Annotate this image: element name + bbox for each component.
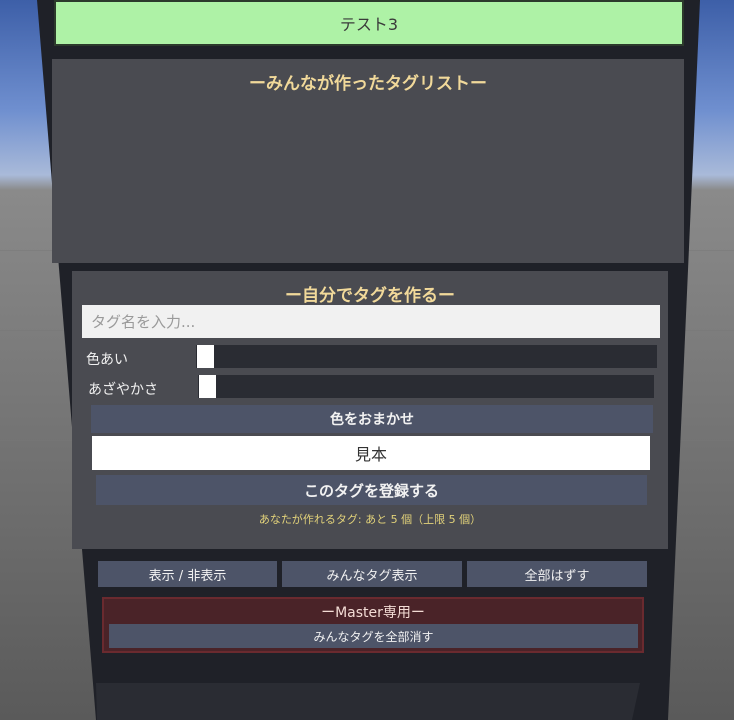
tag-list-item[interactable]: テスト3 xyxy=(54,0,684,46)
toggle-visibility-button[interactable]: 表示 / 非表示 xyxy=(98,561,277,587)
show-all-tags-button[interactable]: みんなタグ表示 xyxy=(282,561,462,587)
delete-all-tags-button[interactable]: みんなタグを全部消す xyxy=(109,624,638,648)
master-only-title: ーMaster専用ー xyxy=(321,605,425,621)
toggle-visibility-label: 表示 / 非表示 xyxy=(148,568,227,584)
tag-name-input[interactable]: タグ名を入力... xyxy=(82,305,660,338)
saturation-slider[interactable] xyxy=(198,375,654,398)
tag-list-item-label: テスト3 xyxy=(339,15,399,34)
shared-tag-list: ーみんなが作ったタグリストー xyxy=(52,59,684,263)
remove-all-button[interactable]: 全部はずす xyxy=(467,561,647,587)
hue-label: 色あい xyxy=(86,352,128,368)
color-sample-label: 見本 xyxy=(354,445,387,464)
saturation-slider-handle[interactable] xyxy=(199,375,216,398)
hue-slider[interactable] xyxy=(196,345,657,368)
hue-slider-handle[interactable] xyxy=(197,345,214,368)
saturation-label: あざやかさ xyxy=(88,382,158,398)
random-color-label: 色をおまかせ xyxy=(330,412,414,428)
create-tag-heading: ー自分でタグを作るー xyxy=(285,286,455,306)
show-all-tags-label: みんなタグ表示 xyxy=(326,568,418,584)
shared-tag-list-heading: ーみんなが作ったタグリストー xyxy=(249,74,487,94)
remove-all-label: 全部はずす xyxy=(524,568,590,584)
remaining-tags-note: あなたが作れるタグ: あと 5 個（上限 5 個） xyxy=(258,513,482,526)
register-tag-button[interactable]: このタグを登録する xyxy=(96,475,647,505)
delete-all-tags-label: みんなタグを全部消す xyxy=(313,629,434,644)
register-tag-label: このタグを登録する xyxy=(303,481,439,500)
random-color-button[interactable]: 色をおまかせ xyxy=(91,405,653,433)
color-sample: 見本 xyxy=(92,436,650,470)
tag-name-placeholder: タグ名を入力... xyxy=(91,313,196,331)
